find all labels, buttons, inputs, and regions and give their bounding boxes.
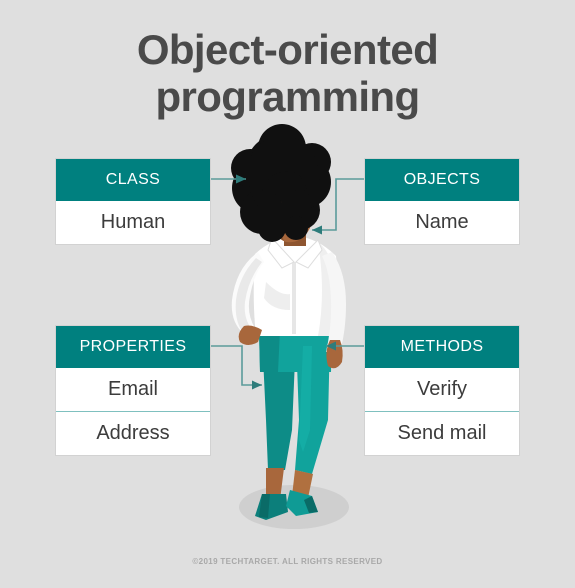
properties-box-row-address: Address <box>56 411 210 455</box>
left-shoe <box>255 494 288 520</box>
blouse-placket <box>292 262 296 334</box>
trouser-waist-shade <box>259 330 280 372</box>
right-leg-trouser <box>295 336 330 474</box>
neck <box>284 216 306 246</box>
methods-box: METHODS Verify Send mail <box>364 325 520 456</box>
left-hand <box>238 325 262 345</box>
methods-box-row-verify: Verify <box>365 368 519 411</box>
figure-shadow <box>239 485 349 529</box>
blouse-collar-left <box>267 237 295 269</box>
infographic-canvas: Object-oriented programming CLASS Human … <box>0 0 575 588</box>
right-shoe <box>286 490 318 516</box>
right-hand <box>326 340 343 369</box>
left-ankle <box>266 468 284 500</box>
properties-box: PROPERTIES Email Address <box>55 325 211 456</box>
trouser-crease <box>299 346 312 452</box>
left-shoe-heel <box>259 494 270 518</box>
trouser-waist <box>259 330 332 372</box>
right-shoe-heel <box>304 496 318 513</box>
objects-box-row: Name <box>365 201 519 244</box>
connector-properties <box>211 345 262 390</box>
copyright-notice: ©2019 TECHTARGET. ALL RIGHTS RESERVED <box>192 557 383 566</box>
face-shade <box>267 174 284 241</box>
right-ankle <box>292 470 313 498</box>
left-leg-trouser <box>262 336 296 470</box>
properties-box-header: PROPERTIES <box>56 326 210 368</box>
class-box: CLASS Human <box>55 158 211 245</box>
left-sleeve-inner <box>235 258 262 334</box>
blouse-collar-right <box>295 239 323 269</box>
objects-box-header: OBJECTS <box>365 159 519 201</box>
page-title: Object-oriented programming <box>0 26 575 120</box>
page-title-line-2: programming <box>155 73 420 121</box>
face <box>267 170 316 243</box>
left-sleeve <box>231 252 264 334</box>
hair <box>231 124 331 242</box>
class-box-row: Human <box>56 201 210 244</box>
objects-box: OBJECTS Name <box>364 158 520 245</box>
blouse-bust-shade <box>264 282 290 310</box>
page-title-line-1: Object-oriented <box>136 26 439 73</box>
right-sleeve <box>322 252 346 352</box>
class-box-header: CLASS <box>56 159 210 201</box>
methods-box-row-send-mail: Send mail <box>365 411 519 455</box>
blouse-body <box>253 236 338 336</box>
properties-box-row-email: Email <box>56 368 210 411</box>
methods-box-header: METHODS <box>365 326 519 368</box>
blouse-shading <box>318 242 337 336</box>
connector-objects <box>312 178 364 235</box>
